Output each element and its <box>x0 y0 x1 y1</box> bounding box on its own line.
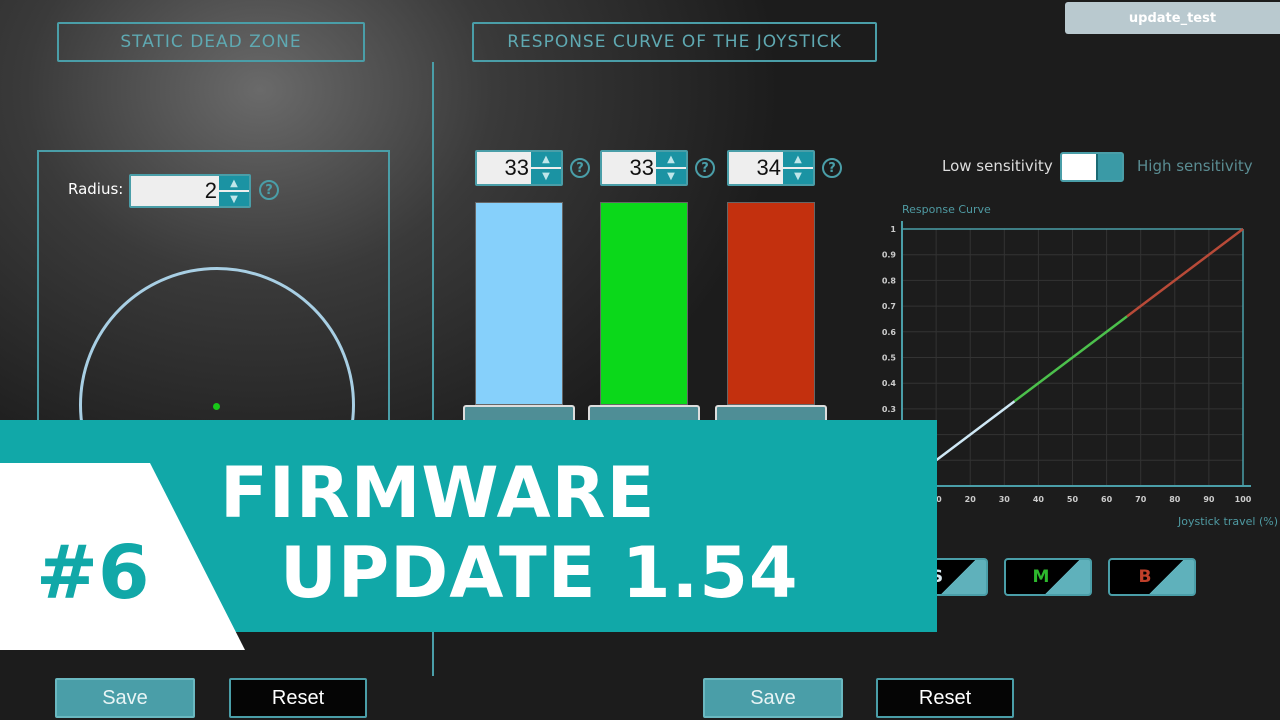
curve-segment-1 <box>1013 315 1128 403</box>
preset-label: B <box>1138 567 1152 587</box>
x-tick-label: 60 <box>1101 495 1113 504</box>
x-tick-label: 30 <box>999 495 1011 504</box>
y-tick-label: 0.8 <box>882 276 897 285</box>
help-glyph: ? <box>701 160 709 176</box>
joystick-position-dot <box>213 403 220 410</box>
preset-label: M <box>1032 567 1050 587</box>
radius-value: 2 <box>204 178 217 203</box>
segment-bar[interactable] <box>727 202 815 405</box>
help-icon[interactable]: ? <box>570 158 590 178</box>
y-tick-label: 0.7 <box>882 302 896 311</box>
response-title: RESPONSE CURVE OF THE JOYSTICK <box>507 32 842 52</box>
decrement-icon[interactable]: ▼ <box>219 192 249 206</box>
y-tick-label: 1 <box>890 225 896 234</box>
y-tick-label: 0.3 <box>882 405 896 414</box>
decrement-icon[interactable]: ▼ <box>783 169 813 184</box>
high-sensitivity-label: High sensitivity <box>1137 157 1253 175</box>
segment-value: 33 <box>629 155 654 180</box>
low-sensitivity-label: Low sensitivity <box>942 157 1053 175</box>
help-icon[interactable]: ? <box>822 158 842 178</box>
curve-reset-button[interactable]: Reset <box>876 678 1014 718</box>
deadzone-title: STATIC DEAD ZONE <box>120 32 302 52</box>
increment-icon[interactable]: ▲ <box>219 176 249 190</box>
banner-line2: UPDATE 1.54 <box>280 532 799 614</box>
deadzone-header: STATIC DEAD ZONE <box>57 22 365 62</box>
help-icon[interactable]: ? <box>695 158 715 178</box>
segment-bar[interactable] <box>600 202 688 405</box>
segment-spinbox[interactable]: 34 ▲ ▼ <box>727 150 815 186</box>
curve-segment-2 <box>1126 228 1244 318</box>
segment-value: 34 <box>756 155 781 180</box>
response-curve-header: RESPONSE CURVE OF THE JOYSTICK <box>472 22 877 62</box>
x-tick-label: 40 <box>1033 495 1045 504</box>
deadzone-save-button[interactable]: Save <box>55 678 195 718</box>
decrement-icon[interactable]: ▼ <box>531 169 561 184</box>
y-tick-label: 0.4 <box>882 379 897 388</box>
segment-value: 33 <box>504 155 529 180</box>
x-tick-label: 20 <box>965 495 977 504</box>
toggle-thumb[interactable] <box>1096 154 1122 180</box>
help-glyph: ? <box>265 182 273 198</box>
x-tick-label: 100 <box>1235 495 1252 504</box>
increment-icon[interactable]: ▲ <box>783 152 813 167</box>
reset-label: Reset <box>918 686 972 709</box>
tab-update-test[interactable]: update_test <box>1065 2 1280 34</box>
radius-spinbox[interactable]: 2 ▲ ▼ <box>129 174 251 208</box>
y-tick-label: 0.5 <box>882 354 897 363</box>
deadzone-reset-button[interactable]: Reset <box>229 678 367 718</box>
radius-label: Radius: <box>68 180 124 198</box>
help-glyph: ? <box>828 160 836 176</box>
reset-label: Reset <box>271 686 325 709</box>
y-tick-label: 0.6 <box>882 328 897 337</box>
help-glyph: ? <box>576 160 584 176</box>
x-tick-label: 80 <box>1169 495 1181 504</box>
curve-save-button[interactable]: Save <box>703 678 843 718</box>
segment-bar[interactable] <box>475 202 563 405</box>
banner-line1: FIRMWARE <box>220 452 656 534</box>
episode-number: #6 <box>36 530 150 616</box>
segment-spinbox[interactable]: 33 ▲ ▼ <box>600 150 688 186</box>
preset-button-m[interactable]: M <box>1004 558 1092 596</box>
tab-label: update_test <box>1128 10 1217 26</box>
segment-spinbox[interactable]: 33 ▲ ▼ <box>475 150 563 186</box>
help-icon[interactable]: ? <box>259 180 279 200</box>
x-tick-label: 50 <box>1067 495 1079 504</box>
sensitivity-toggle[interactable] <box>1060 152 1124 182</box>
response-curve-chart: Response Curve010203040506070809010000.1… <box>882 203 1278 528</box>
y-tick-label: 0.9 <box>882 251 897 260</box>
chart-title: Response Curve <box>902 203 991 216</box>
increment-icon[interactable]: ▲ <box>531 152 561 167</box>
x-tick-label: 70 <box>1135 495 1147 504</box>
save-label: Save <box>102 686 148 709</box>
decrement-icon[interactable]: ▼ <box>656 169 686 184</box>
x-tick-label: 90 <box>1203 495 1215 504</box>
preset-button-b[interactable]: B <box>1108 558 1196 596</box>
increment-icon[interactable]: ▲ <box>656 152 686 167</box>
save-label: Save <box>750 686 796 709</box>
x-axis-label: Joystick travel (%) <box>1177 515 1278 528</box>
